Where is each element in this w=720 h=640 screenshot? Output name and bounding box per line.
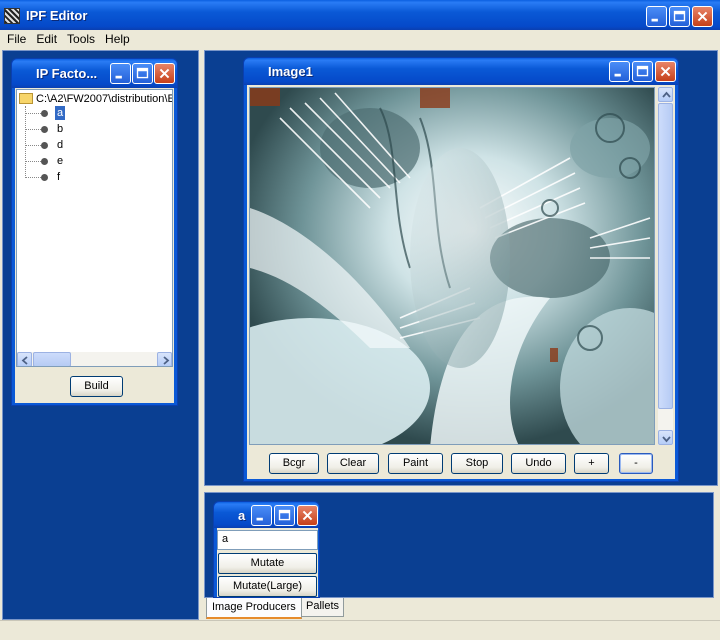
minimize-icon (256, 517, 263, 521)
minimize-icon (614, 73, 621, 77)
scroll-down-button[interactable] (658, 430, 673, 445)
menu-bar: File Edit Tools Help (2, 30, 718, 49)
maximize-icon (673, 10, 686, 22)
tree-root-path[interactable]: C:\A2\FW2007\distribution\E (36, 92, 172, 106)
close-icon (159, 68, 170, 79)
app-titlebar[interactable]: IPF Editor (0, 0, 720, 30)
bottom-tabs: Image Producers Pallets (204, 598, 718, 620)
tree-node-icon (41, 110, 48, 117)
close-icon (302, 510, 313, 521)
producer-window-title: a (238, 508, 246, 523)
image-vscrollbar[interactable] (658, 87, 673, 445)
bcgr-button[interactable]: Bcgr (269, 453, 319, 474)
tree-item-b[interactable]: b (57, 122, 63, 136)
paint-button[interactable]: Paint (388, 453, 443, 474)
mutate-large-button[interactable]: Mutate(Large) (218, 576, 317, 597)
maximize-icon (136, 67, 149, 79)
image-window-title: Image1 (268, 64, 313, 79)
status-bar (0, 620, 720, 640)
image-close-button[interactable] (655, 61, 676, 82)
stop-button[interactable]: Stop (451, 453, 503, 474)
producer-window-body: a Mutate Mutate(Large) (217, 528, 318, 597)
factory-body: C:\A2\FW2007\distribution\E a b d e f Bu… (15, 88, 174, 403)
tab-image-producers[interactable]: Image Producers (206, 598, 302, 619)
ip-factory-window: IP Facto... C:\A2\FW2007\distribution\E … (11, 58, 178, 406)
folder-icon (19, 93, 33, 104)
fractal-image (250, 88, 654, 444)
factory-minimize-button[interactable] (110, 63, 131, 84)
producer-window-titlebar[interactable]: a (214, 502, 319, 528)
tree-item-e[interactable]: e (57, 154, 63, 168)
menu-file[interactable]: File (2, 30, 31, 48)
tab-pallets[interactable]: Pallets (301, 598, 345, 617)
producer-maximize-button[interactable] (274, 505, 295, 526)
factory-tree: C:\A2\FW2007\distribution\E a b d e f (16, 89, 173, 367)
menu-edit[interactable]: Edit (31, 30, 62, 48)
menu-tools[interactable]: Tools (62, 30, 100, 48)
minimize-icon (115, 75, 122, 79)
factory-hscroll-thumb[interactable] (33, 352, 71, 366)
image-minimize-button[interactable] (609, 61, 630, 82)
minimize-icon (651, 18, 658, 22)
chevron-right-icon (163, 356, 170, 365)
zoom-out-button[interactable]: - (619, 453, 653, 474)
close-button[interactable] (692, 6, 713, 27)
tree-connector (25, 106, 26, 178)
zoom-in-button[interactable]: + (574, 453, 609, 474)
image-maximize-button[interactable] (632, 61, 653, 82)
tree-node-icon (41, 158, 48, 165)
chevron-down-icon (662, 436, 671, 443)
factory-close-button[interactable] (154, 63, 175, 84)
ip-factory-title: IP Facto... (36, 66, 98, 81)
scroll-left-button[interactable] (17, 352, 32, 366)
producer-name-field[interactable]: a (217, 530, 318, 550)
image-canvas[interactable] (249, 87, 655, 445)
tree-node-icon (41, 142, 48, 149)
minimize-button[interactable] (646, 6, 667, 27)
image-window: Image1 Bcgr Clear Paint Stop Undo + - (243, 57, 679, 482)
maximize-icon (636, 65, 649, 77)
app-title: IPF Editor (26, 8, 88, 23)
tree-item-a[interactable]: a (55, 106, 66, 120)
chevron-left-icon (21, 356, 28, 365)
close-icon (697, 11, 708, 22)
build-button[interactable]: Build (70, 376, 123, 397)
clear-button[interactable]: Clear (327, 453, 379, 474)
maximize-icon (278, 509, 291, 521)
tree-node-icon (41, 126, 48, 133)
image-vscroll-thumb[interactable] (658, 103, 673, 409)
factory-maximize-button[interactable] (132, 63, 153, 84)
mutate-button[interactable]: Mutate (218, 553, 317, 574)
producer-window: a a Mutate Mutate(Large) (213, 501, 320, 598)
scroll-right-button[interactable] (157, 352, 172, 366)
scroll-up-button[interactable] (658, 87, 673, 102)
undo-button[interactable]: Undo (511, 453, 566, 474)
tree-node-icon (41, 174, 48, 181)
image-window-body: Bcgr Clear Paint Stop Undo + - (247, 85, 675, 479)
ip-factory-titlebar[interactable]: IP Facto... (12, 59, 177, 88)
tree-item-d[interactable]: d (57, 138, 63, 152)
app-icon (4, 8, 20, 24)
close-icon (660, 66, 671, 77)
chevron-up-icon (662, 91, 671, 98)
producer-close-button[interactable] (297, 505, 318, 526)
menu-help[interactable]: Help (100, 30, 135, 48)
factory-hscrollbar[interactable] (17, 352, 172, 366)
maximize-button[interactable] (669, 6, 690, 27)
producer-minimize-button[interactable] (251, 505, 272, 526)
tree-item-f[interactable]: f (57, 170, 60, 184)
image-window-titlebar[interactable]: Image1 (244, 58, 678, 85)
